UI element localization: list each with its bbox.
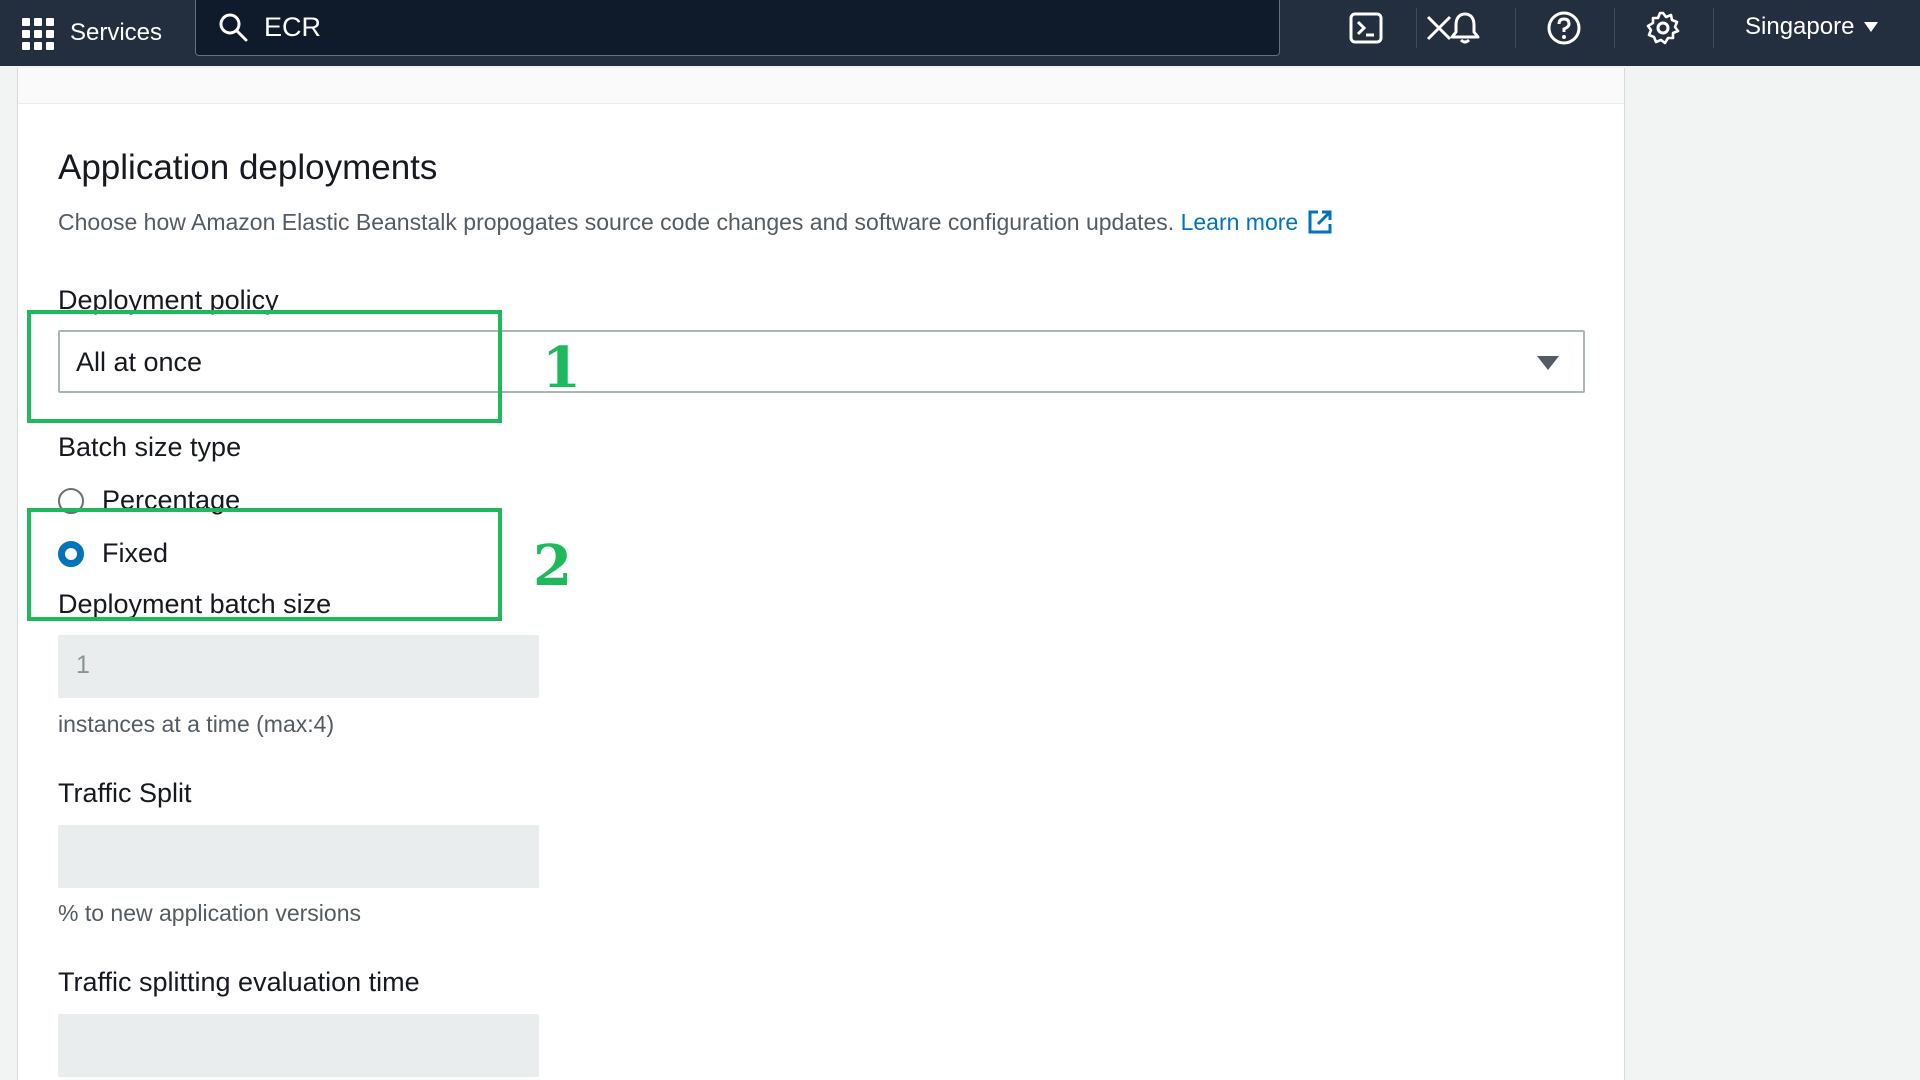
services-label: Services: [70, 19, 163, 46]
caret-down-icon: [1864, 22, 1879, 32]
traffic-split-hint: % to new application versions: [58, 900, 361, 926]
deployment-batch-size-hint: instances at a time (max:4): [58, 711, 335, 737]
annotation-number-2: 2: [533, 533, 572, 599]
search-icon: [219, 13, 248, 42]
cloudshell-icon[interactable]: [1348, 10, 1384, 46]
batch-size-type-label: Batch size type: [58, 432, 242, 462]
traffic-eval-time-label: Traffic splitting evaluation time: [58, 967, 420, 997]
section-title: Application deployments: [58, 148, 438, 187]
section-description: Choose how Amazon Elastic Beanstalk prop…: [58, 208, 1334, 236]
traffic-split-input[interactable]: [58, 825, 539, 888]
deployment-batch-size-value: 1: [76, 651, 90, 679]
traffic-eval-time-input[interactable]: [58, 1014, 539, 1077]
section-description-text: Choose how Amazon Elastic Beanstalk prop…: [58, 209, 1175, 235]
learn-more-label: Learn more: [1180, 209, 1299, 235]
right-gutter: [1626, 68, 1920, 1080]
panel-header-strip: [17, 68, 1625, 104]
learn-more-link[interactable]: Learn more: [1181, 209, 1335, 235]
settings-icon[interactable]: [1645, 10, 1681, 46]
notifications-icon[interactable]: [1447, 10, 1483, 46]
external-link-icon: [1308, 210, 1332, 234]
grid-icon: [22, 18, 56, 50]
annotation-box-2: [27, 508, 502, 621]
region-label: Singapore: [1745, 13, 1855, 40]
top-navigation: Services Singapore: [0, 0, 1920, 66]
traffic-split-label: Traffic Split: [58, 778, 192, 808]
search-box: [195, 0, 1452, 56]
help-icon[interactable]: [1546, 10, 1582, 46]
deployment-batch-size-input[interactable]: 1: [58, 635, 539, 698]
search-input[interactable]: [264, 8, 1164, 46]
caret-down-icon: [1537, 356, 1559, 370]
region-selector[interactable]: Singapore: [1745, 0, 1879, 54]
annotation-box-1: [27, 310, 502, 423]
services-menu-button[interactable]: Services: [0, 0, 190, 66]
annotation-number-1: 1: [542, 335, 581, 401]
